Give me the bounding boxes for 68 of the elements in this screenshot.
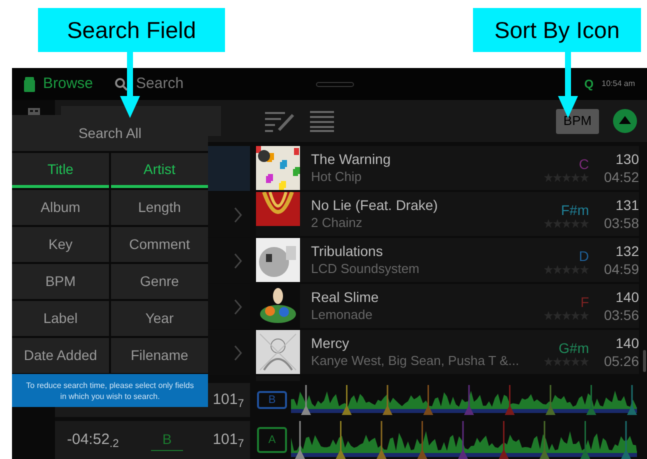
track-title: Tribulations bbox=[311, 242, 384, 260]
track-key: C bbox=[578, 154, 589, 172]
deck-bpm: 101$_{7}$ bbox=[212, 390, 244, 412]
track-row[interactable]: Mercy Kanye West, Big Sean, Pusha T &... G#m 140 05:26 bbox=[256, 330, 639, 374]
deck-bpm: 101$_{7}$ bbox=[212, 430, 244, 452]
track-row[interactable]: No Lie (Feat. Drake) 2 Chainz F#m 131 03:58 bbox=[256, 192, 639, 236]
search-field-option[interactable]: Label bbox=[12, 301, 109, 336]
edit-icon[interactable] bbox=[265, 110, 295, 132]
track-bpm: 140 bbox=[616, 334, 639, 352]
deck-time: -04:52$_{.2}$ bbox=[67, 430, 120, 452]
track-row[interactable]: Real Slime Lemonade F 140 03:56 bbox=[256, 284, 639, 328]
search-field-option[interactable]: Filename bbox=[111, 338, 208, 373]
track-length: 03:56 bbox=[604, 306, 639, 324]
sort-direction-icon[interactable] bbox=[613, 109, 637, 133]
track-artist: Kanye West, Big Sean, Pusha T &... bbox=[311, 352, 520, 370]
clock: 10:54 am bbox=[602, 78, 635, 90]
search-field-option[interactable]: Date Added bbox=[12, 338, 109, 373]
chevron-icon bbox=[234, 252, 242, 268]
search-field-option[interactable]: Length bbox=[111, 190, 208, 225]
chevron-icon bbox=[234, 298, 242, 314]
list-icon[interactable] bbox=[310, 110, 334, 132]
search-field-option[interactable]: Year bbox=[111, 301, 208, 336]
track-artist: LCD Soundsystem bbox=[311, 260, 420, 278]
track-length: 05:26 bbox=[604, 352, 639, 370]
track-title: The Warning bbox=[311, 150, 392, 168]
status-pill bbox=[316, 82, 354, 86]
search-field-option[interactable]: Album bbox=[12, 190, 109, 225]
track-title: Mercy bbox=[311, 334, 350, 352]
track-key: G#m bbox=[558, 338, 589, 356]
crate-icon[interactable] bbox=[24, 76, 35, 92]
search-all-button[interactable]: Search All bbox=[12, 115, 208, 151]
search-field-option[interactable]: BPM bbox=[12, 264, 109, 299]
track-bpm: 131 bbox=[616, 196, 639, 214]
track-key: F bbox=[580, 292, 589, 310]
callout-label: Sort By Icon bbox=[473, 8, 641, 52]
track-length: 03:58 bbox=[604, 214, 639, 232]
track-key: F#m bbox=[561, 200, 589, 218]
track-bpm: 140 bbox=[616, 288, 639, 306]
track-length: 04:59 bbox=[604, 260, 639, 278]
arrow bbox=[558, 52, 578, 118]
track-artist: 2 Chainz bbox=[311, 214, 364, 232]
track-bpm: 130 bbox=[616, 150, 639, 168]
search-field-option[interactable]: Title bbox=[12, 153, 109, 188]
search-tab[interactable]: Search bbox=[115, 72, 184, 96]
search-field-option[interactable]: Genre bbox=[111, 264, 208, 299]
scrollbar bbox=[643, 350, 646, 372]
track-artist: Lemonade bbox=[311, 306, 374, 324]
chevron-icon bbox=[234, 344, 242, 360]
track-row[interactable]: Tribulations LCD Soundsystem D 132 04:59 bbox=[256, 238, 639, 282]
chevron-icon bbox=[234, 206, 242, 222]
track-title: Real Slime bbox=[311, 288, 380, 306]
browse-tab[interactable]: Browse bbox=[43, 72, 94, 96]
track-title: No Lie (Feat. Drake) bbox=[311, 196, 439, 214]
quantize-indicator: Q bbox=[584, 76, 594, 93]
search-field-option[interactable]: Artist bbox=[111, 153, 208, 188]
search-field-option[interactable]: Comment bbox=[111, 227, 208, 262]
track-artist: Hot Chip bbox=[311, 168, 363, 186]
callout-label: Search Field bbox=[38, 8, 225, 52]
sort-button[interactable]: BPM bbox=[556, 108, 599, 134]
track-length: 04:52 bbox=[604, 168, 639, 186]
track-bpm: 132 bbox=[616, 242, 639, 260]
track-key: D bbox=[578, 246, 589, 264]
search-notice: To reduce search time, please select only fields in which you wish to search. bbox=[12, 374, 208, 407]
track-row[interactable]: The Warning Hot Chip C 130 04:52 bbox=[256, 146, 639, 190]
deck-key: B bbox=[151, 429, 183, 451]
search-icon bbox=[115, 78, 128, 90]
deck-badge[interactable]: A bbox=[257, 427, 287, 453]
search-field-option[interactable]: Key bbox=[12, 227, 109, 262]
